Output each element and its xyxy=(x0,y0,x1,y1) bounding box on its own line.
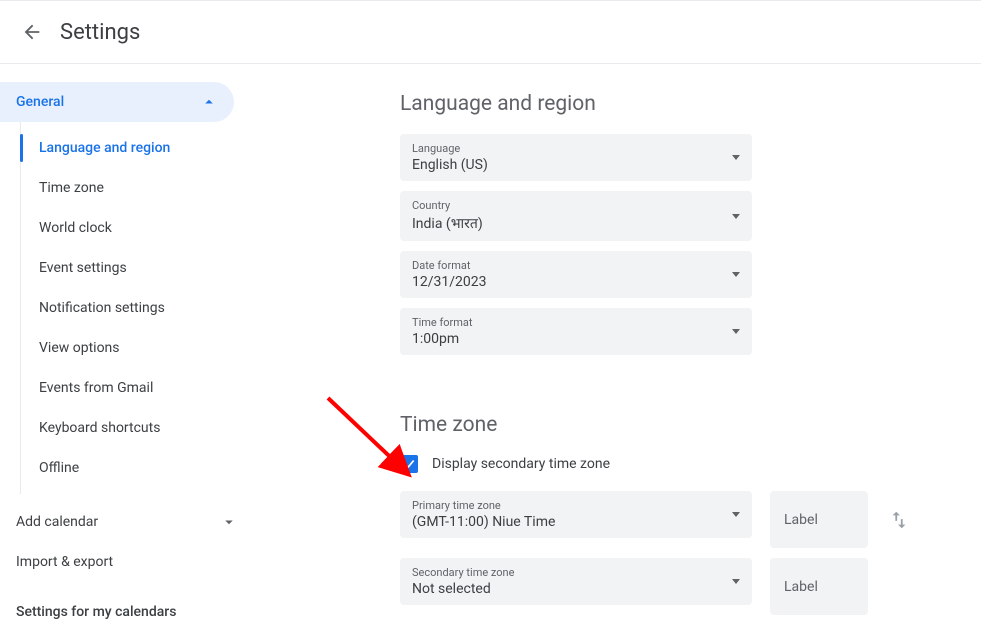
primary-tz-label: Primary time zone xyxy=(412,499,555,512)
sidebar-item-event-settings[interactable]: Event settings xyxy=(21,248,258,288)
dropdown-caret-icon xyxy=(732,329,740,334)
dropdown-caret-icon xyxy=(732,214,740,219)
sidebar-section-general[interactable]: General xyxy=(0,82,234,122)
country-dropdown-value: India (भारत) xyxy=(412,214,483,233)
sidebar-item-keyboard-shortcuts[interactable]: Keyboard shortcuts xyxy=(21,408,258,448)
sidebar-section-label: General xyxy=(16,94,64,110)
top-bar: Settings xyxy=(0,0,981,64)
sidebar-subtitle: Settings for my calendars xyxy=(0,582,258,628)
language-dropdown-label: Language xyxy=(412,142,488,155)
main-content: Language and region Language English (US… xyxy=(258,64,981,628)
dropdown-caret-icon xyxy=(732,155,740,160)
section-title-language-region: Language and region xyxy=(400,92,981,116)
sidebar-add-calendar[interactable]: Add calendar xyxy=(0,502,258,542)
sidebar: General Language and region Time zone Wo… xyxy=(0,64,258,628)
sidebar-item-time-zone[interactable]: Time zone xyxy=(21,168,258,208)
section-title-time-zone: Time zone xyxy=(400,413,981,437)
secondary-tz-label-input[interactable]: Label xyxy=(770,558,868,615)
date-format-dropdown[interactable]: Date format 12/31/2023 xyxy=(400,251,752,298)
time-format-dropdown[interactable]: Time format 1:00pm xyxy=(400,308,752,355)
sidebar-item-notification-settings[interactable]: Notification settings xyxy=(21,288,258,328)
display-secondary-tz-label: Display secondary time zone xyxy=(432,456,610,472)
arrow-left-icon xyxy=(21,21,43,43)
sidebar-item-events-gmail[interactable]: Events from Gmail xyxy=(21,368,258,408)
primary-tz-value: (GMT-11:00) Niue Time xyxy=(412,514,555,530)
dropdown-caret-icon xyxy=(732,579,740,584)
sidebar-nav-group: Language and region Time zone World cloc… xyxy=(20,122,258,494)
sidebar-item-world-clock[interactable]: World clock xyxy=(21,208,258,248)
language-dropdown-value: English (US) xyxy=(412,157,488,173)
date-format-value: 12/31/2023 xyxy=(412,274,487,290)
secondary-timezone-dropdown[interactable]: Secondary time zone Not selected xyxy=(400,558,752,605)
time-format-value: 1:00pm xyxy=(412,331,473,347)
sidebar-item-language-region[interactable]: Language and region xyxy=(21,128,258,168)
primary-timezone-dropdown[interactable]: Primary time zone (GMT-11:00) Niue Time xyxy=(400,491,752,538)
secondary-tz-value: Not selected xyxy=(412,581,514,597)
sidebar-item-offline[interactable]: Offline xyxy=(21,448,258,488)
check-icon xyxy=(402,457,416,471)
chevron-up-icon xyxy=(200,93,218,111)
time-format-label: Time format xyxy=(412,316,473,329)
back-button[interactable] xyxy=(12,12,52,52)
country-dropdown[interactable]: Country India (भारत) xyxy=(400,191,752,241)
dropdown-caret-icon xyxy=(732,512,740,517)
country-dropdown-label: Country xyxy=(412,199,483,212)
display-secondary-tz-checkbox[interactable] xyxy=(400,455,418,473)
dropdown-caret-icon xyxy=(732,272,740,277)
language-dropdown[interactable]: Language English (US) xyxy=(400,134,752,181)
chevron-down-icon xyxy=(220,513,238,531)
page-title: Settings xyxy=(60,20,140,45)
secondary-tz-label: Secondary time zone xyxy=(412,566,514,579)
swap-timezones-button[interactable] xyxy=(886,491,912,548)
sidebar-import-export[interactable]: Import & export xyxy=(0,542,258,582)
swap-vert-icon xyxy=(888,509,910,531)
sidebar-item-view-options[interactable]: View options xyxy=(21,328,258,368)
primary-tz-label-input[interactable]: Label xyxy=(770,491,868,548)
date-format-label: Date format xyxy=(412,259,487,272)
